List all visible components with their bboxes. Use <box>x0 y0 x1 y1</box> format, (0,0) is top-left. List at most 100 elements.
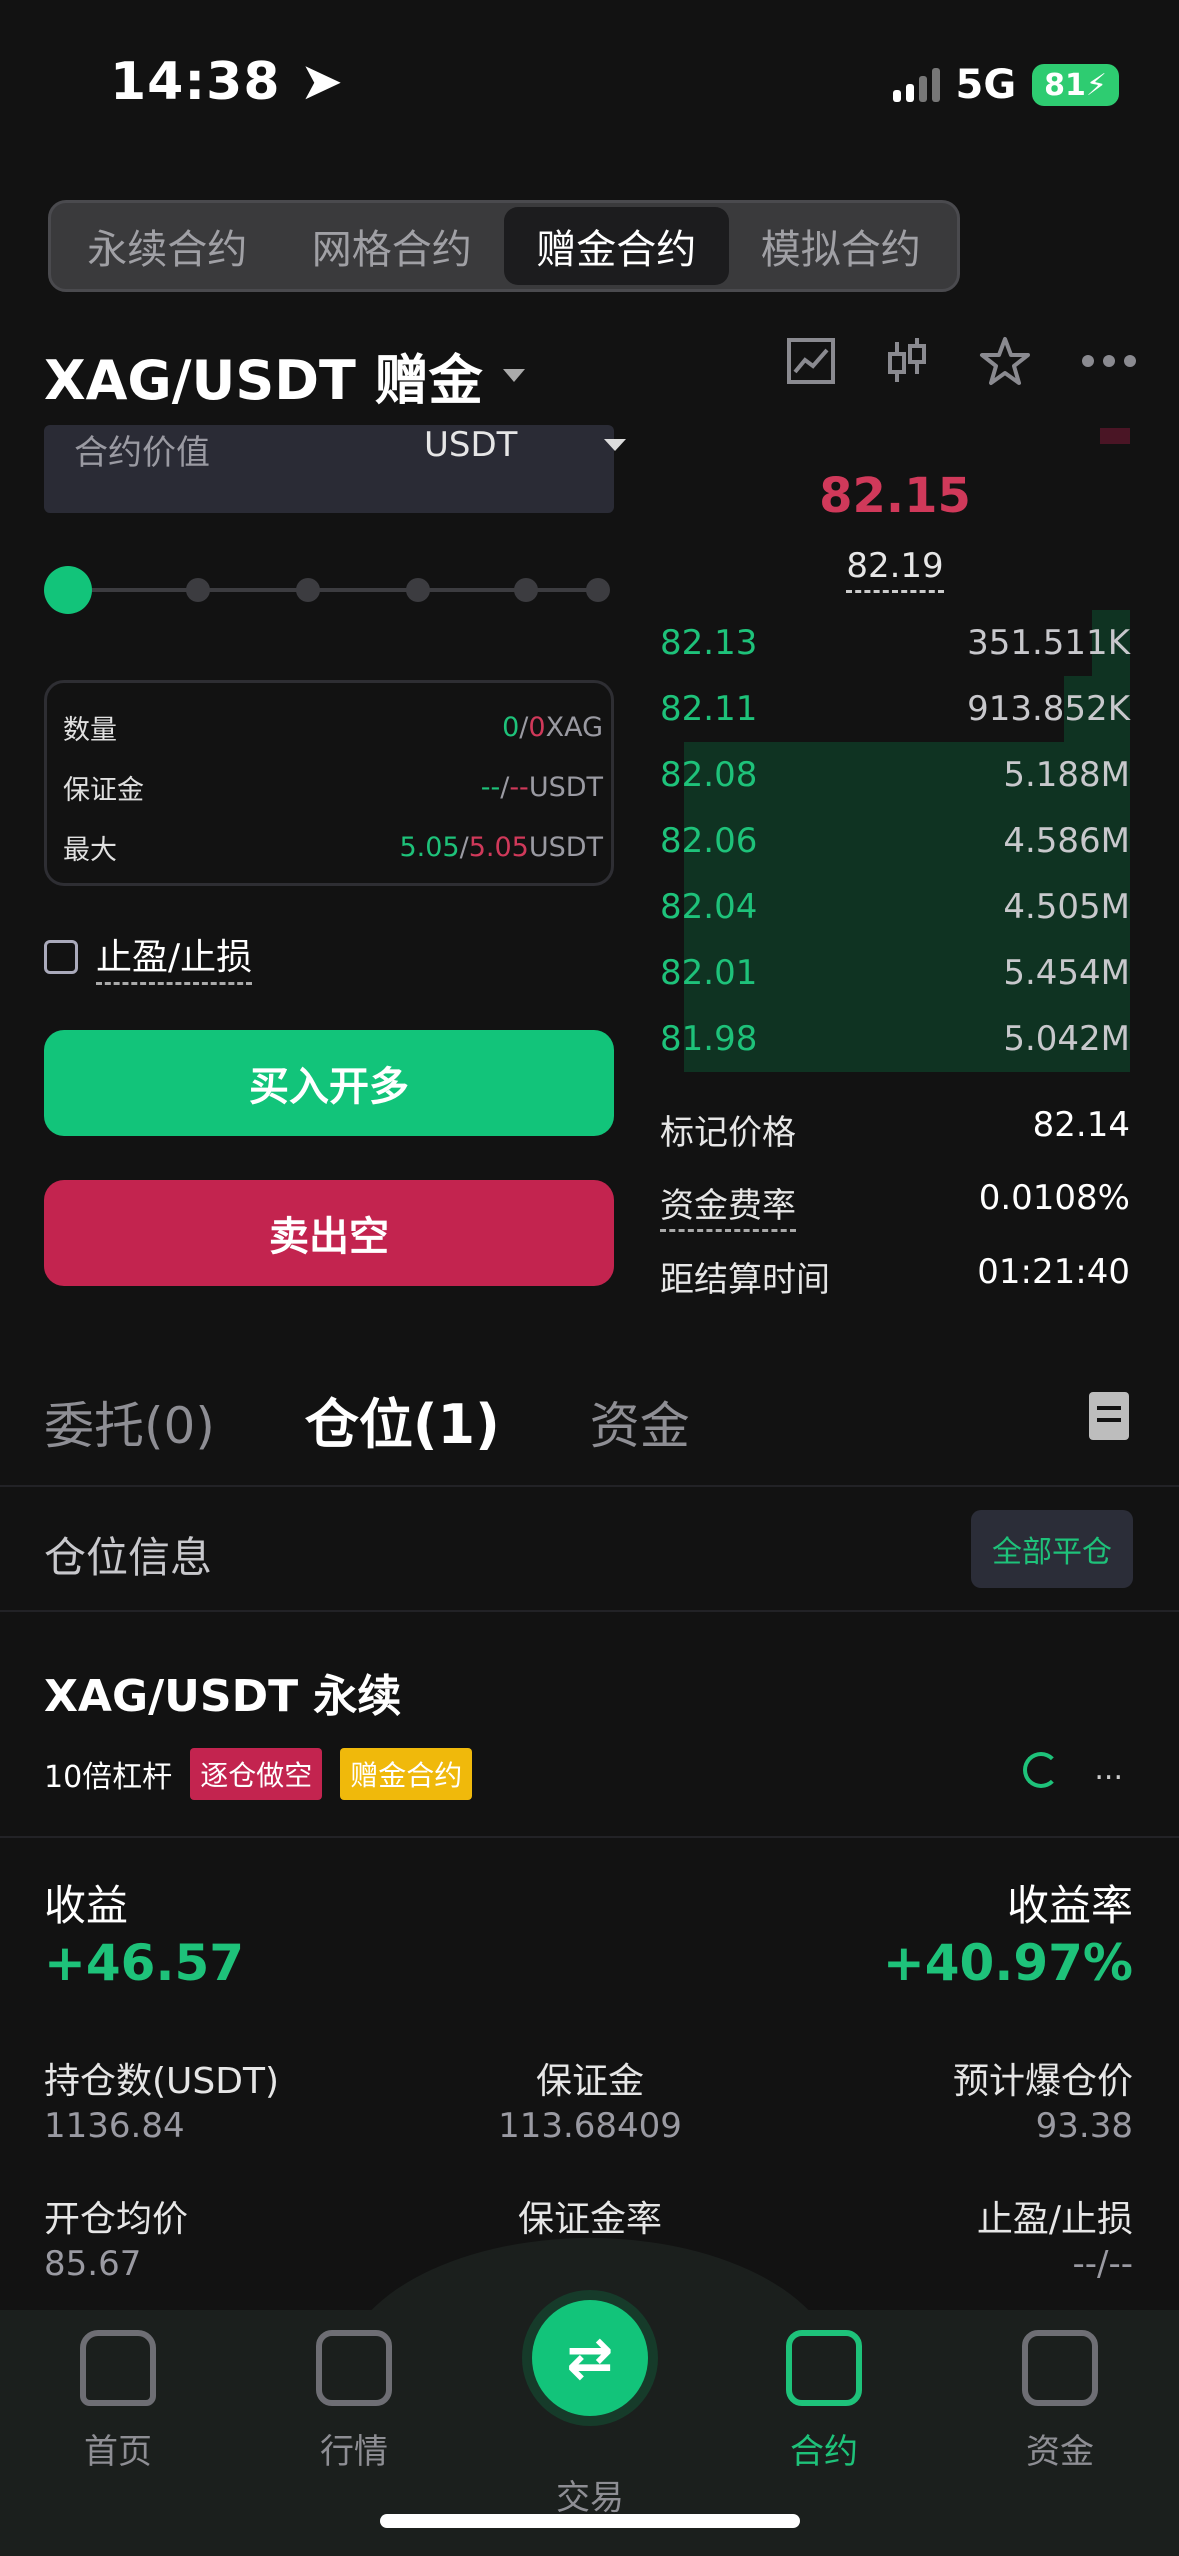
bid-price: 82.06 <box>660 821 758 861</box>
tab-positions[interactable]: 仓位(1) <box>305 1380 500 1459</box>
tp-sl-label: 止盈/止损 <box>976 2199 1133 2240</box>
battery-icon: 81 ⚡ <box>1032 64 1119 106</box>
signal-icon <box>892 68 940 102</box>
bid-price: 82.08 <box>660 755 758 795</box>
pair-title: XAG/USDT 赠金 <box>44 349 483 412</box>
bid-row[interactable]: 82.01 5.454M <box>660 940 1130 1006</box>
amount-slider[interactable] <box>44 560 614 620</box>
contract-icon <box>786 2330 862 2406</box>
nav-contract[interactable]: 合约 <box>724 2330 924 2473</box>
pair-selector[interactable]: XAG/USDT 赠金 <box>44 336 525 415</box>
bid-row[interactable]: 82.13 351.511K <box>660 610 1130 676</box>
last-price: 82.15 <box>819 468 971 524</box>
tab-funds[interactable]: 资金 <box>590 1386 690 1458</box>
slider-step[interactable] <box>586 578 610 602</box>
network-label: 5G <box>955 62 1017 108</box>
divider <box>0 1485 1179 1487</box>
candlestick-icon[interactable] <box>885 336 929 386</box>
tab-demo[interactable]: 模拟合约 <box>729 207 954 285</box>
entry-price-label: 开仓均价 <box>44 2199 189 2240</box>
trade-button[interactable]: ⇄ <box>532 2300 648 2416</box>
document-icon[interactable] <box>1089 1392 1129 1440</box>
chevron-down-icon <box>502 369 525 382</box>
slider-step[interactable] <box>186 578 210 602</box>
slider-step[interactable] <box>514 578 538 602</box>
roi-label: 收益率 <box>1006 1881 1133 1930</box>
mark-price-small[interactable]: 82.19 <box>660 546 1130 593</box>
chart-icon[interactable] <box>787 338 835 384</box>
home-indicator <box>380 2514 800 2528</box>
margin-value: 113.68409 <box>498 2106 682 2146</box>
pnl-value: +46.57 <box>44 1934 245 1992</box>
tab-bonus[interactable]: 赠金合约 <box>504 207 729 285</box>
tab-perpetual[interactable]: 永续合约 <box>55 207 280 285</box>
header-actions <box>787 336 1137 386</box>
status-time: 14:38 ➤ <box>110 52 345 112</box>
margin-label: 保证金 <box>535 2061 644 2102</box>
bid-quantity: 5.188M <box>1003 755 1130 795</box>
wallet-icon <box>1022 2330 1098 2406</box>
bid-quantity: 5.454M <box>1003 953 1130 993</box>
bid-quantity: 913.852K <box>967 689 1130 729</box>
funding-rate-row[interactable]: 资金费率 0.0108% <box>660 1178 1130 1232</box>
bid-price: 82.13 <box>660 623 758 663</box>
bid-row[interactable]: 82.06 4.586M <box>660 808 1130 874</box>
order-summary: 数量 0/0XAG 保证金 --/--USDT 最大 5.05/5.05USDT <box>44 680 614 886</box>
leverage-label: 10倍杠杆 <box>44 1760 173 1795</box>
settlement-row: 距结算时间 01:21:40 <box>660 1252 1130 1300</box>
location-icon: ➤ <box>299 52 345 112</box>
ask-depth-bar <box>1100 428 1130 444</box>
contract-value-input[interactable]: 合约价值 USDT <box>44 425 626 513</box>
margin-rate-label: 保证金率 <box>517 2199 662 2240</box>
tab-orders[interactable]: 委托(0) <box>44 1386 215 1458</box>
bid-price: 82.11 <box>660 689 758 729</box>
entry-price-value: 85.67 <box>44 2244 142 2284</box>
slider-knob[interactable] <box>44 566 92 614</box>
chevron-down-icon <box>604 439 626 451</box>
contract-type-badge: 赠金合约 <box>340 1748 473 1800</box>
bid-price: 81.98 <box>660 1019 758 1059</box>
liq-price-label: 预计爆仓价 <box>952 2061 1133 2102</box>
nav-market[interactable]: 行情 <box>254 2330 454 2473</box>
star-icon[interactable] <box>979 336 1031 386</box>
nav-trade-label[interactable]: 交易 <box>490 2470 690 2519</box>
tab-grid[interactable]: 网格合约 <box>280 207 505 285</box>
sell-short-button[interactable]: 卖出空 <box>44 1180 614 1286</box>
tp-sl-toggle[interactable]: 止盈/止损 <box>44 928 253 985</box>
size-label: 持仓数(USDT) <box>44 2061 280 2102</box>
max-row: 最大 5.05/5.05USDT <box>63 831 603 866</box>
more-icon[interactable] <box>1081 354 1137 368</box>
bid-row[interactable]: 82.04 4.505M <box>660 874 1130 940</box>
tp-sl-label: 止盈/止损 <box>96 928 253 985</box>
unit-select[interactable]: USDT <box>424 425 517 465</box>
liq-price-value: 93.38 <box>1035 2106 1133 2146</box>
swap-icon: ⇄ <box>566 2325 614 2391</box>
bid-quantity: 351.511K <box>967 623 1130 663</box>
more-button[interactable]: ... <box>1094 1752 1123 1787</box>
refresh-icon[interactable] <box>1023 1752 1059 1788</box>
contract-type-tabs: 永续合约 网格合约 赠金合约 模拟合约 <box>48 200 960 292</box>
qty-row: 数量 0/0XAG <box>63 711 603 746</box>
position-tags: 10倍杠杆 逐仓做空 赠金合约 <box>44 1748 473 1800</box>
position-info-label: 仓位信息 <box>44 1533 213 1582</box>
nav-home[interactable]: 首页 <box>18 2330 218 2473</box>
market-icon <box>316 2330 392 2406</box>
divider <box>0 1610 1179 1612</box>
mark-price-row: 标记价格 82.14 <box>660 1105 1130 1153</box>
tp-sl-checkbox[interactable] <box>44 939 78 974</box>
bid-quantity: 4.505M <box>1003 887 1130 927</box>
position-pair[interactable]: XAG/USDT 永续 <box>44 1660 401 1724</box>
margin-row: 保证金 --/--USDT <box>63 771 603 806</box>
bid-row[interactable]: 82.08 5.188M <box>660 742 1130 808</box>
slider-step[interactable] <box>406 578 430 602</box>
close-all-button[interactable]: 全部平仓 <box>971 1510 1133 1588</box>
buy-long-button[interactable]: 买入开多 <box>44 1030 614 1136</box>
bid-row[interactable]: 81.98 5.042M <box>660 1006 1130 1072</box>
slider-step[interactable] <box>296 578 320 602</box>
contract-value-label: 合约价值 <box>74 433 210 473</box>
bid-price: 82.04 <box>660 887 758 927</box>
bid-row[interactable]: 82.11 913.852K <box>660 676 1130 742</box>
nav-assets[interactable]: 资金 <box>960 2330 1160 2473</box>
bid-quantity: 4.586M <box>1003 821 1130 861</box>
divider <box>0 1836 1179 1838</box>
